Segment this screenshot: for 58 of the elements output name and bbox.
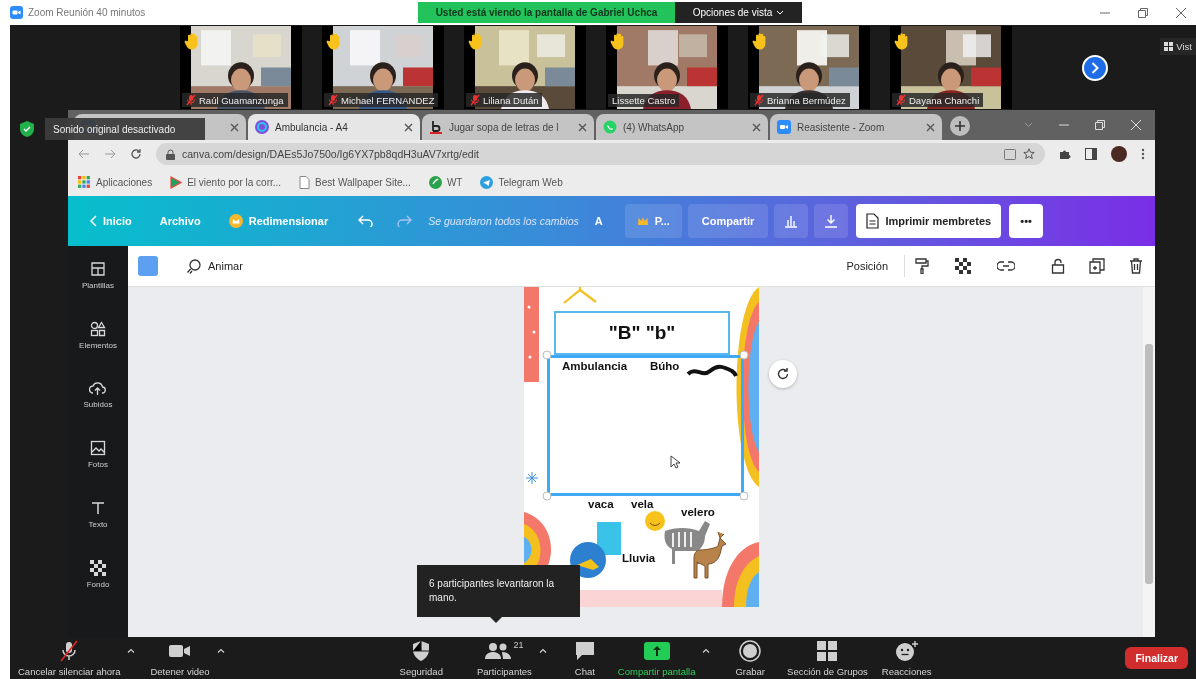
participant-name: Raúl Guamanzunga — [199, 94, 284, 106]
toolbar-button[interactable]: Detener video — [150, 639, 210, 677]
sidebar-item[interactable]: Subidos — [83, 381, 113, 409]
toolbar-button[interactable]: Sección de Grupos — [787, 639, 868, 677]
window-title: Zoom Reunión 40 minutos — [28, 7, 146, 18]
user-initial: A — [593, 214, 604, 229]
bookmark-link[interactable]: El viento por la corr... — [170, 175, 282, 189]
share-banner: Usted está viendo la pantalla de Gabriel Uchca — [418, 2, 675, 23]
toolbar-button[interactable]: Chat — [573, 639, 596, 677]
save-status: Se guardaron todos los cambios — [428, 215, 579, 227]
toolbar-button[interactable]: 21 Participantes — [476, 639, 532, 677]
sidebar-item[interactable]: Elementos — [79, 321, 117, 350]
browser-tab[interactable]: Jugar sopa de letras de l — [422, 114, 594, 140]
word-label: vaca — [588, 498, 614, 510]
tooltip: Sonido original desactivado — [45, 118, 205, 140]
sidebar-item[interactable]: Texto — [88, 500, 108, 529]
participant-name: Dayana Chanchi — [909, 94, 980, 106]
toolbar-button[interactable]: Reacciones — [881, 639, 932, 677]
view-options-button[interactable]: Opciones de vista — [675, 2, 802, 23]
bookmark-link[interactable]: WT — [428, 175, 463, 189]
sidebar-item[interactable]: Fotos — [88, 440, 108, 469]
sidebar-item[interactable]: Plantillas — [82, 261, 114, 290]
position-button[interactable]: Posición — [840, 256, 894, 276]
tooltip: 6 participantes levantaron la mano. — [417, 565, 580, 623]
participant-name: Brianna Bermúdez — [767, 94, 846, 106]
video-tile[interactable]: Raúl Guamanzunga — [180, 26, 302, 109]
toolbar-button[interactable]: Grabar — [735, 639, 766, 677]
participant-name: Michael FERNANDEZ — [341, 94, 435, 106]
video-tile[interactable]: Lissette Castro — [606, 26, 728, 109]
bookmark-link[interactable]: Aplicaciones — [78, 175, 153, 189]
sidebar-item[interactable]: Fondo — [86, 560, 110, 589]
participant-name: Liliana Dután — [483, 94, 539, 106]
page-title: "B" "b" — [554, 311, 730, 355]
word-label: Ambulancia — [562, 360, 628, 372]
toolbar-button[interactable]: Seguridad — [399, 639, 443, 677]
toolbar-button[interactable]: Cancelar silenciar ahora — [18, 639, 121, 677]
browser-tab[interactable]: Reasistente - Zoom — [770, 114, 942, 140]
browser-tab[interactable]: Ambulancia - A4 — [248, 114, 420, 140]
word-label: velero — [681, 506, 715, 518]
end-button[interactable]: Finalizar — [1125, 647, 1188, 669]
address-bar[interactable]: canva.com/design/DAEs5Jo750o/Ig6YX7pb8qdH3uAV7xrtg/edit — [156, 143, 1045, 165]
more-button[interactable]: ••• — [1009, 204, 1044, 238]
video-tile[interactable]: Michael FERNANDEZ — [322, 26, 444, 109]
video-tile[interactable]: Liliana Dután — [464, 26, 586, 109]
view-button[interactable]: Vist — [1160, 38, 1196, 55]
print-button[interactable]: Imprimir membretes — [856, 204, 1002, 238]
video-tile[interactable]: Brianna Bermúdez — [748, 26, 870, 109]
share-screen-button[interactable]: Compartir pantalla — [617, 639, 696, 677]
participant-name: Lissette Castro — [612, 95, 676, 106]
word-label: Lluvia — [622, 552, 656, 564]
word-label: Búho — [650, 360, 680, 372]
bookmark-link[interactable]: Telegram Web — [480, 175, 563, 189]
bookmark-link[interactable]: Best Wallpaper Site... — [299, 175, 411, 189]
word-label: vela — [631, 498, 654, 510]
share-button[interactable]: Compartir — [687, 204, 769, 238]
animate-button[interactable]: Animar — [180, 254, 249, 278]
browser-tab[interactable]: (4) WhatsApp — [596, 114, 768, 140]
video-tile[interactable]: Dayana Chanchi — [890, 26, 1012, 109]
